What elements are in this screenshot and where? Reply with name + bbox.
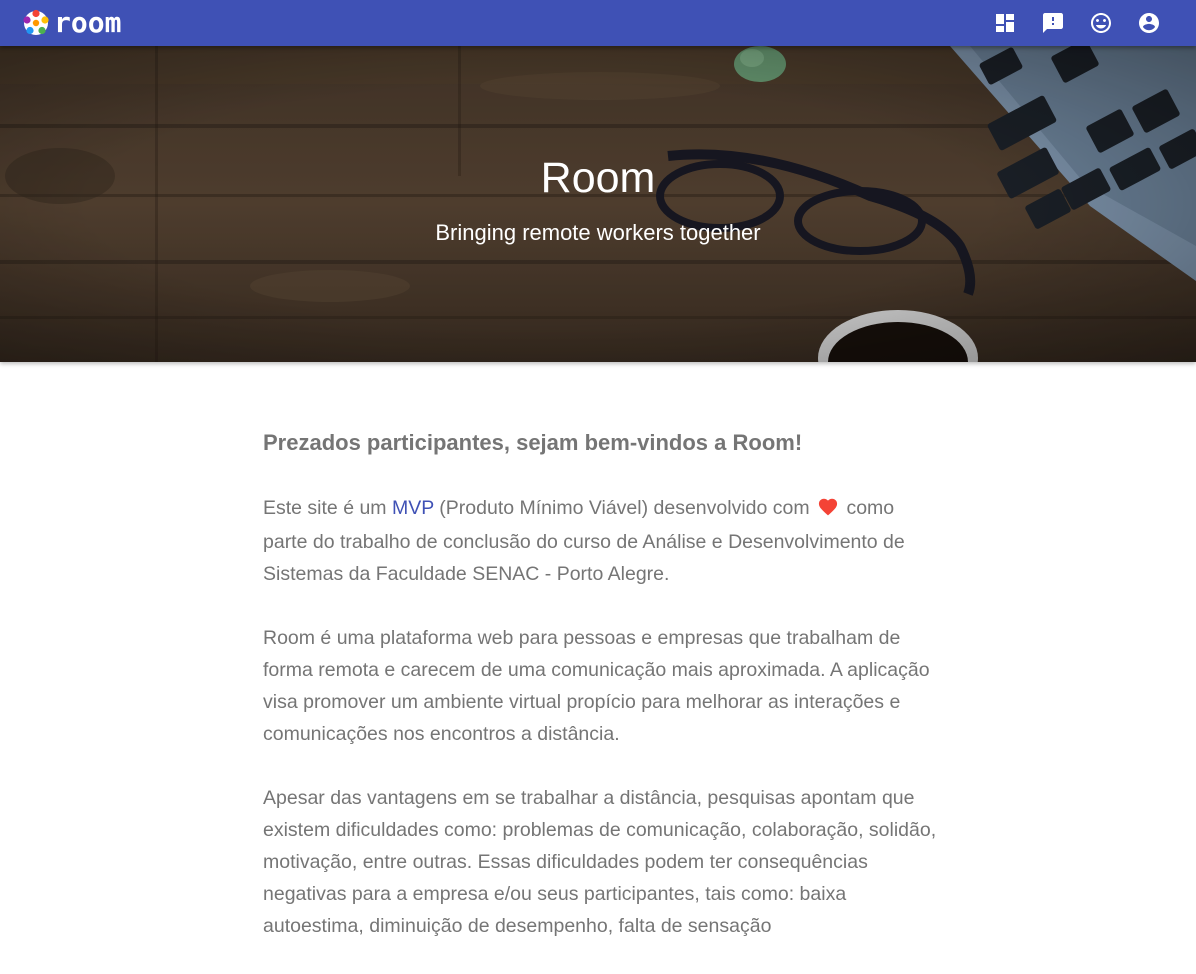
heart-icon [817, 494, 839, 526]
dashboard-icon[interactable] [993, 11, 1017, 35]
room-logo-icon [23, 9, 49, 35]
hero-title: Room [540, 154, 656, 202]
top-app-bar: room [0, 0, 1196, 46]
welcome-heading: Prezados participantes, sejam bem-vindos… [263, 430, 803, 455]
hero-subtitle: Bringing remote workers together [435, 220, 761, 245]
intro-paragraph: Este site é um MVP (Produto Mínimo Viáve… [263, 492, 943, 590]
intro-text-start: Este site é um [263, 497, 392, 519]
hero-banner: Room Bringing remote workers together [0, 46, 1196, 362]
platform-paragraph: Room é uma plataforma web para pessoas e… [263, 627, 930, 745]
logo-text: room [54, 6, 122, 39]
mvp-link[interactable]: MVP [392, 497, 434, 519]
mood-icon[interactable] [1089, 11, 1113, 35]
desk-background-image [0, 46, 1196, 362]
intro-text-middle: (Produto Mínimo Viável) desenvolvido com [433, 497, 816, 519]
feedback-icon[interactable] [1041, 11, 1065, 35]
welcome-section: Prezados participantes, sejam bem-vindos… [263, 428, 943, 974]
account-circle-icon[interactable] [1137, 11, 1161, 35]
challenges-paragraph: Apesar das vantagens em se trabalhar a d… [263, 787, 937, 937]
